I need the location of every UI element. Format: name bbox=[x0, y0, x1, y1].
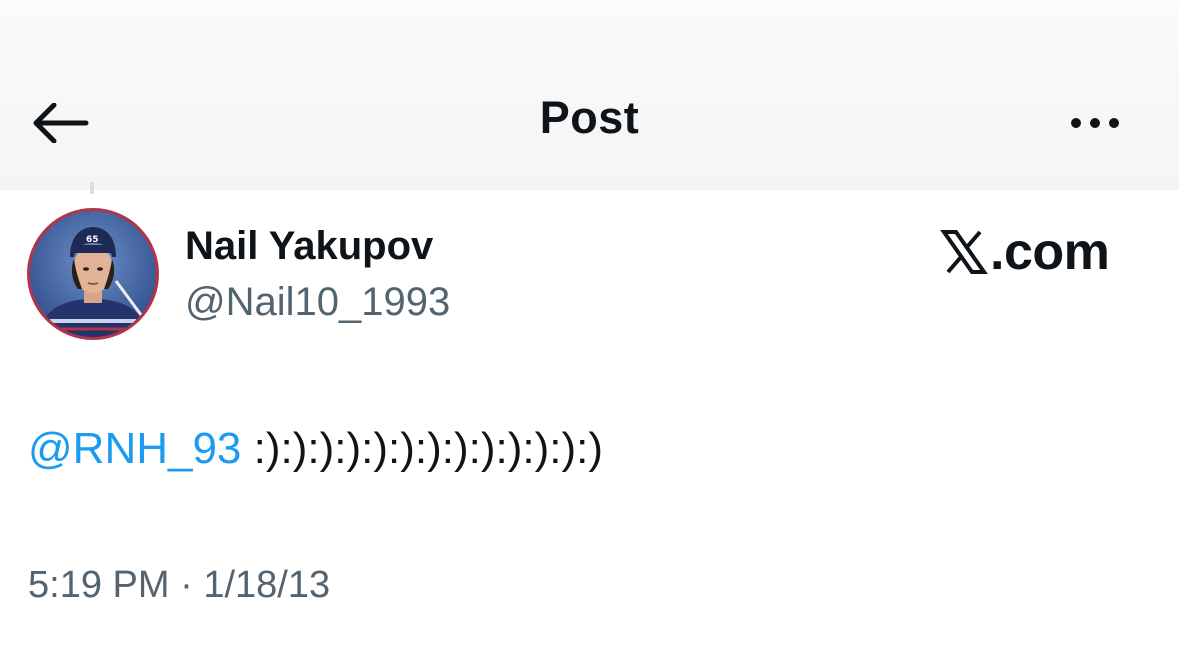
thread-connector-line bbox=[90, 182, 94, 194]
post-body-text: :):):):):):):):):):):):):) bbox=[241, 424, 604, 473]
more-horizontal-icon bbox=[1071, 118, 1081, 128]
page-title: Post bbox=[539, 92, 640, 143]
timestamp-separator: · bbox=[169, 564, 204, 606]
x-com-watermark: .com bbox=[940, 222, 1110, 282]
post-time: 5:19 PM bbox=[28, 564, 170, 606]
avatar-hockey-player-image: 65 bbox=[38, 227, 152, 337]
post-timestamp[interactable]: 5:19 PM · 1/18/13 bbox=[28, 564, 330, 607]
author-name[interactable]: Nail Yakupov bbox=[185, 224, 433, 269]
brand-domain-label: .com bbox=[990, 223, 1110, 281]
top-app-bar: Post bbox=[0, 0, 1179, 190]
post-date: 1/18/13 bbox=[203, 564, 331, 606]
more-horizontal-icon-dot bbox=[1090, 118, 1100, 128]
post-detail-page: Post 65 Nail Yakupov @Nail10_1993 .com @… bbox=[0, 0, 1179, 646]
svg-text:65: 65 bbox=[86, 235, 99, 245]
mention-link[interactable]: @RNH_93 bbox=[28, 424, 241, 473]
more-options-button[interactable] bbox=[1060, 105, 1130, 141]
post-body: @RNH_93 :):):):):):):):):):):):):) bbox=[28, 424, 603, 474]
avatar[interactable]: 65 bbox=[27, 208, 159, 340]
author-handle[interactable]: @Nail10_1993 bbox=[185, 280, 450, 325]
more-horizontal-icon-dot bbox=[1109, 118, 1119, 128]
x-logo-icon bbox=[940, 230, 988, 274]
